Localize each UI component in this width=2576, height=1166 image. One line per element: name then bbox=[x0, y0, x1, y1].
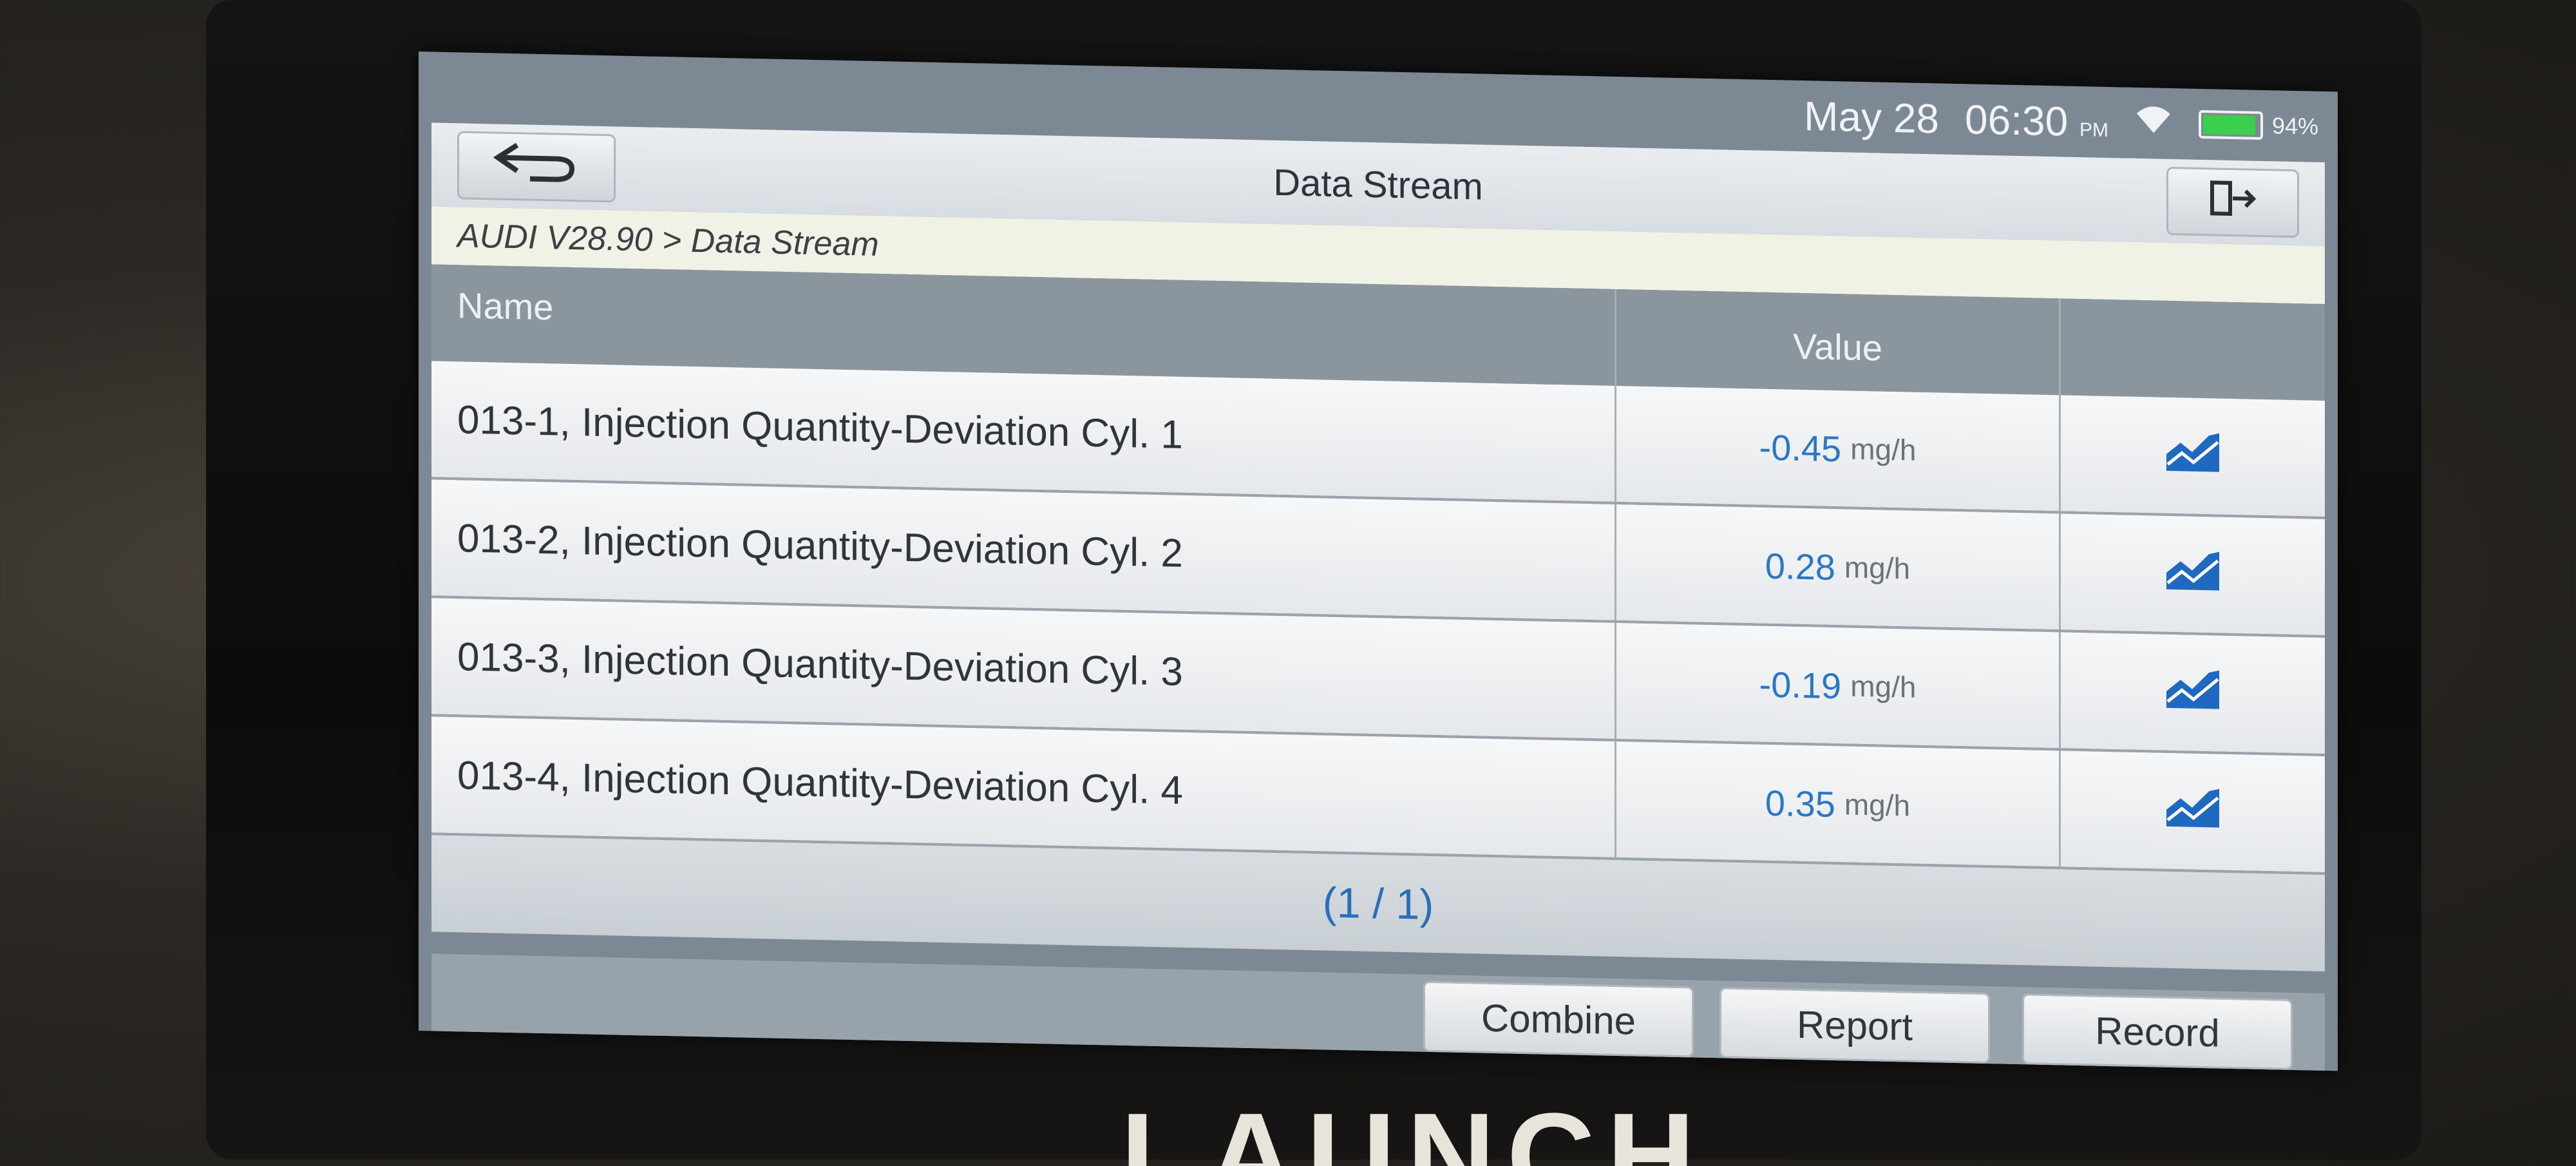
back-arrow-icon bbox=[491, 138, 582, 195]
graph-button[interactable] bbox=[2061, 632, 2325, 754]
graph-button[interactable] bbox=[2061, 395, 2325, 517]
graph-button[interactable] bbox=[2061, 750, 2325, 872]
row-value: 0.35 mg/h bbox=[1616, 741, 2061, 867]
report-button[interactable]: Report bbox=[1719, 987, 1990, 1064]
battery-indicator: 94% bbox=[2198, 110, 2318, 141]
row-name: 013-4, Injection Quantity-Deviation Cyl.… bbox=[431, 716, 1616, 857]
graph-icon bbox=[2164, 428, 2222, 484]
status-time: 06:30 PM bbox=[1965, 96, 2108, 145]
graph-icon bbox=[2164, 783, 2222, 839]
row-name: 013-3, Injection Quantity-Deviation Cyl.… bbox=[431, 598, 1616, 739]
brand-logo: LAUNCH bbox=[1121, 1095, 1700, 1166]
combine-button[interactable]: Combine bbox=[1423, 980, 1694, 1058]
row-value: -0.45 mg/h bbox=[1616, 385, 2061, 511]
graph-button[interactable] bbox=[2061, 513, 2325, 635]
graph-icon bbox=[2164, 665, 2222, 721]
row-name: 013-1, Injection Quantity-Deviation Cyl.… bbox=[431, 361, 1616, 502]
screen: May 28 06:30 PM 94% Data Stream AUDI V28… bbox=[419, 52, 2338, 1071]
status-bar: May 28 06:30 PM 94% bbox=[1674, 78, 2318, 162]
battery-icon bbox=[2198, 110, 2263, 140]
wifi-icon bbox=[2134, 104, 2173, 142]
row-value: -0.19 mg/h bbox=[1616, 622, 2061, 749]
data-stream-table: Name Value 013-1, Injection Quantity-Dev… bbox=[431, 264, 2325, 972]
exit-icon bbox=[2207, 178, 2259, 227]
back-button[interactable] bbox=[457, 131, 616, 203]
row-name: 013-2, Injection Quantity-Deviation Cyl.… bbox=[431, 479, 1616, 620]
exit-button[interactable] bbox=[2166, 166, 2299, 238]
row-value: 0.28 mg/h bbox=[1616, 504, 2061, 630]
status-date: May 28 bbox=[1804, 93, 1939, 142]
graph-icon bbox=[2164, 546, 2222, 602]
record-button[interactable]: Record bbox=[2022, 993, 2293, 1070]
column-header-value: Value bbox=[1616, 289, 2061, 396]
page-title: Data Stream bbox=[1273, 161, 1483, 208]
